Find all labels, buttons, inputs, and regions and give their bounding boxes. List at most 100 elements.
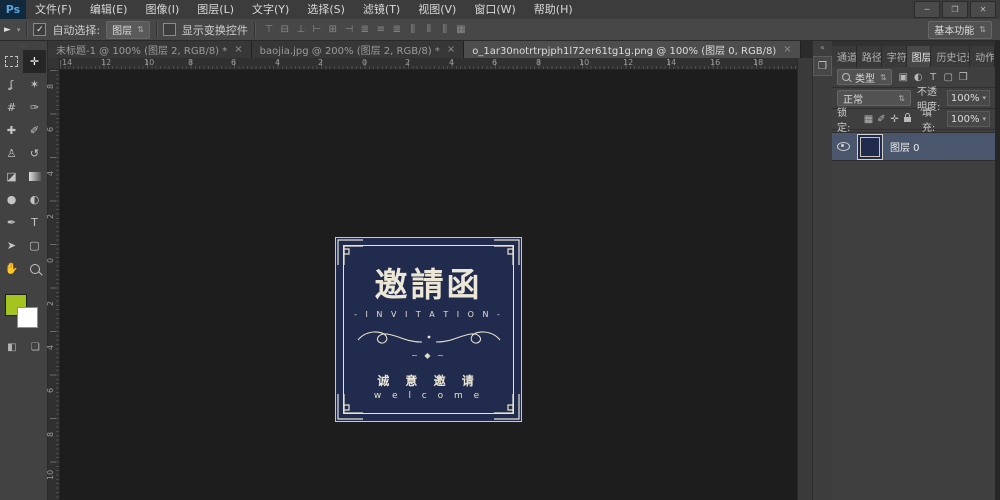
panel-tab-动作[interactable]: 动作 (970, 46, 995, 67)
align-horizontal-centers-icon[interactable]: ⊞ (325, 24, 341, 35)
collapsed-panel-icon[interactable]: ❒ (813, 56, 832, 76)
ruler-number: 4 (449, 58, 454, 67)
panel-grabber[interactable]: ::: (0, 41, 47, 50)
filter-smart-objects-icon[interactable]: ❒ (956, 72, 971, 83)
panel-tab-路径[interactable]: 路径 (857, 46, 882, 67)
show-transform-checkbox[interactable]: ✓ (163, 23, 176, 36)
eraser-tool-icon[interactable]: ◪ (0, 165, 23, 188)
distribute-top-edges-icon[interactable]: ≣ (357, 24, 373, 35)
layer-row-selected[interactable]: 图层 0 (832, 132, 995, 161)
pen-tool-icon[interactable]: ✒ (0, 211, 23, 234)
filter-shape-layers-icon[interactable]: ▢ (941, 72, 956, 83)
tool-preset-caret-icon[interactable]: ▾ (17, 26, 21, 34)
document-tab[interactable]: baojia.jpg @ 200% (图层 2, RGB/8) *× (252, 41, 465, 58)
document-tab[interactable]: 未标题-1 @ 100% (图层 2, RGB/8) *× (48, 41, 252, 58)
magic-wand-tool-icon[interactable]: ✶ (23, 73, 46, 96)
move-tool-icon[interactable]: ✛ (23, 50, 46, 73)
quick-mask-icon[interactable]: ◧ (7, 342, 16, 353)
ruler-origin-box[interactable] (48, 58, 60, 70)
document-tab-label: o_1ar30notrtrpjph1l72er61tg1g.png @ 100%… (472, 42, 776, 57)
spot-healing-brush-tool-icon[interactable]: ✚ (0, 119, 23, 142)
eyedropper-tool-icon[interactable]: ✑ (23, 96, 46, 119)
menu-item[interactable]: 图层(L) (188, 0, 243, 19)
auto-select-checkbox[interactable]: ✓ (33, 23, 46, 36)
path-selection-tool-icon[interactable]: ➤ (0, 234, 23, 257)
ruler-number: 12 (623, 58, 633, 67)
crop-tool-icon[interactable]: # (0, 96, 23, 119)
document-tab[interactable]: o_1ar30notrtrpjph1l72er61tg1g.png @ 100%… (464, 41, 800, 58)
panel-tab-字符[interactable]: 字符 (882, 46, 907, 67)
layer-thumbnail[interactable] (857, 134, 883, 160)
lock-position-icon[interactable]: ✛ (888, 114, 901, 125)
align-bottom-edges-icon[interactable]: ⊥ (293, 24, 309, 35)
horizontal-ruler[interactable]: 141210864202468101214161820 (60, 58, 797, 70)
menu-item[interactable]: 文件(F) (26, 0, 81, 19)
type-tool-icon[interactable]: T (23, 211, 46, 234)
panel-tab-通道[interactable]: 通道 (832, 46, 857, 67)
hand-tool-icon[interactable]: ✋ (0, 257, 23, 280)
show-transform-label: 显示变换控件 (182, 22, 248, 38)
menu-item[interactable]: 视图(V) (409, 0, 465, 19)
menu-item[interactable]: 文字(Y) (243, 0, 298, 19)
auto-align-layers-icon[interactable]: ▦ (453, 24, 469, 35)
distribute-vertical-centers-icon[interactable]: ≡ (373, 24, 389, 35)
lock-transparent-pixels-icon[interactable]: ▦ (862, 114, 875, 125)
current-tool-icon[interactable]: ► (4, 25, 11, 35)
menu-item[interactable]: 选择(S) (298, 0, 354, 19)
align-left-edges-icon[interactable]: ⊢ (309, 24, 325, 35)
auto-select-target-dropdown[interactable]: 图层 ⇅ (106, 21, 150, 39)
filter-pixel-layers-icon[interactable]: ▣ (896, 72, 911, 83)
background-color-swatch[interactable] (17, 307, 38, 328)
shape-tool-icon[interactable]: ▢ (23, 234, 46, 257)
restore-button[interactable]: ❐ (942, 1, 968, 18)
lock-all-icon[interactable] (901, 114, 914, 125)
panel-tab-图层[interactable]: 图层 (907, 46, 932, 67)
menu-item[interactable]: 图像(I) (136, 0, 188, 19)
filter-type-layers-icon[interactable]: T (926, 72, 941, 83)
distribute-left-edges-icon[interactable]: ⫼ (405, 24, 421, 35)
menu-item[interactable]: 窗口(W) (465, 0, 524, 19)
clone-stamp-tool-icon[interactable]: ♙ (0, 142, 23, 165)
align-vertical-centers-icon[interactable]: ⊟ (277, 24, 293, 35)
dodge-tool-icon[interactable]: ◐ (23, 188, 46, 211)
gradient-tool-icon[interactable] (23, 165, 46, 188)
layer-filter-dropdown[interactable]: 类型 ⇅ (837, 69, 892, 85)
close-tab-icon[interactable]: × (783, 44, 791, 55)
workspace-switcher[interactable]: 基本功能 ⇅ (928, 21, 992, 39)
canvas-area[interactable]: 邀請函 - I N V I T A T I O N - ~ ◆ ~ 诚 意 邀 … (60, 70, 797, 500)
caret-down-icon: ▾ (982, 94, 986, 102)
history-brush-tool-icon[interactable]: ↺ (23, 142, 46, 165)
blur-tool-icon[interactable]: ● (0, 188, 23, 211)
photoshop-window: Ps 文件(F)编辑(E)图像(I)图层(L)文字(Y)选择(S)滤镜(T)视图… (0, 0, 1000, 500)
close-button[interactable]: ✕ (970, 1, 996, 18)
updown-icon: ⇅ (898, 94, 905, 103)
vertical-scrollbar[interactable] (797, 58, 812, 500)
lasso-tool-icon[interactable]: ʆ (0, 73, 23, 96)
menu-item[interactable]: 滤镜(T) (354, 0, 409, 19)
card-title: 邀請函 (375, 268, 483, 301)
close-tab-icon[interactable]: × (234, 44, 242, 55)
fill-value[interactable]: 100% ▾ (947, 111, 990, 127)
minimize-button[interactable]: ─ (914, 1, 940, 18)
vertical-ruler[interactable]: 8642024681012 (48, 70, 60, 500)
panel-tab-历史记录[interactable]: 历史记录 (931, 46, 970, 67)
lock-icons: ▦✐✛ (862, 114, 914, 125)
lock-image-pixels-icon[interactable]: ✐ (875, 114, 888, 125)
layer-visibility-eye-icon[interactable] (837, 142, 850, 151)
distribute-horizontal-centers-icon[interactable]: ⫴ (421, 24, 437, 35)
menu-item[interactable]: 编辑(E) (81, 0, 137, 19)
distribute-bottom-edges-icon[interactable]: ≣ (389, 24, 405, 35)
separator (254, 22, 255, 38)
align-top-edges-icon[interactable]: ⊤ (261, 24, 277, 35)
screen-mode-icon[interactable]: ❏ (31, 342, 40, 353)
brush-tool-icon[interactable]: ✐ (23, 119, 46, 142)
zoom-tool-icon[interactable] (23, 257, 46, 280)
close-tab-icon[interactable]: × (447, 44, 455, 55)
menu-item[interactable]: 帮助(H) (525, 0, 582, 19)
filter-adjustment-layers-icon[interactable]: ◐ (911, 72, 926, 83)
opacity-value[interactable]: 100% ▾ (947, 90, 990, 106)
rectangular-marquee-tool-icon[interactable] (0, 50, 23, 73)
distribute-right-edges-icon[interactable]: ⫼ (437, 24, 453, 35)
align-right-edges-icon[interactable]: ⊣ (341, 24, 357, 35)
expand-panels-icon[interactable]: « (813, 43, 832, 52)
